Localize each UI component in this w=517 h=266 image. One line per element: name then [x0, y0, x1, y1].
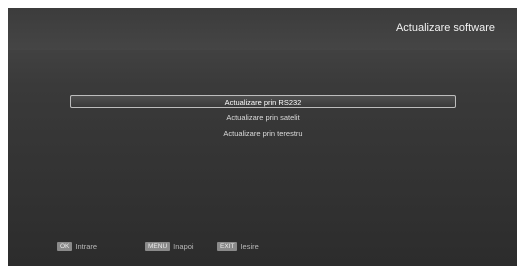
tv-screen: Actualizare software Actualizare prin RS…: [8, 8, 517, 266]
hint-exit[interactable]: EXIT Iesire: [217, 239, 259, 253]
update-menu: Actualizare prin RS232 Actualizare prin …: [70, 95, 456, 143]
hint-menu[interactable]: MENU Inapoi: [145, 239, 194, 253]
hint-exit-label: Iesire: [240, 241, 259, 251]
menu-key-icon: MENU: [145, 241, 171, 251]
page-title: Actualizare software: [395, 22, 495, 34]
exit-key-icon: EXIT: [217, 241, 238, 251]
hint-ok[interactable]: OK Intrare: [57, 239, 97, 253]
ok-key-icon: OK: [57, 241, 73, 251]
menu-item-rs232[interactable]: Actualizare prin RS232: [70, 95, 456, 108]
hint-ok-label: Intrare: [75, 241, 98, 251]
menu-item-satellite[interactable]: Actualizare prin satelit: [70, 111, 456, 124]
footer-hints: OK Intrare MENU Inapoi EXIT Iesire: [8, 239, 517, 253]
hint-menu-label: Inapoi: [173, 241, 194, 251]
menu-item-terrestrial[interactable]: Actualizare prin terestru: [70, 127, 456, 140]
